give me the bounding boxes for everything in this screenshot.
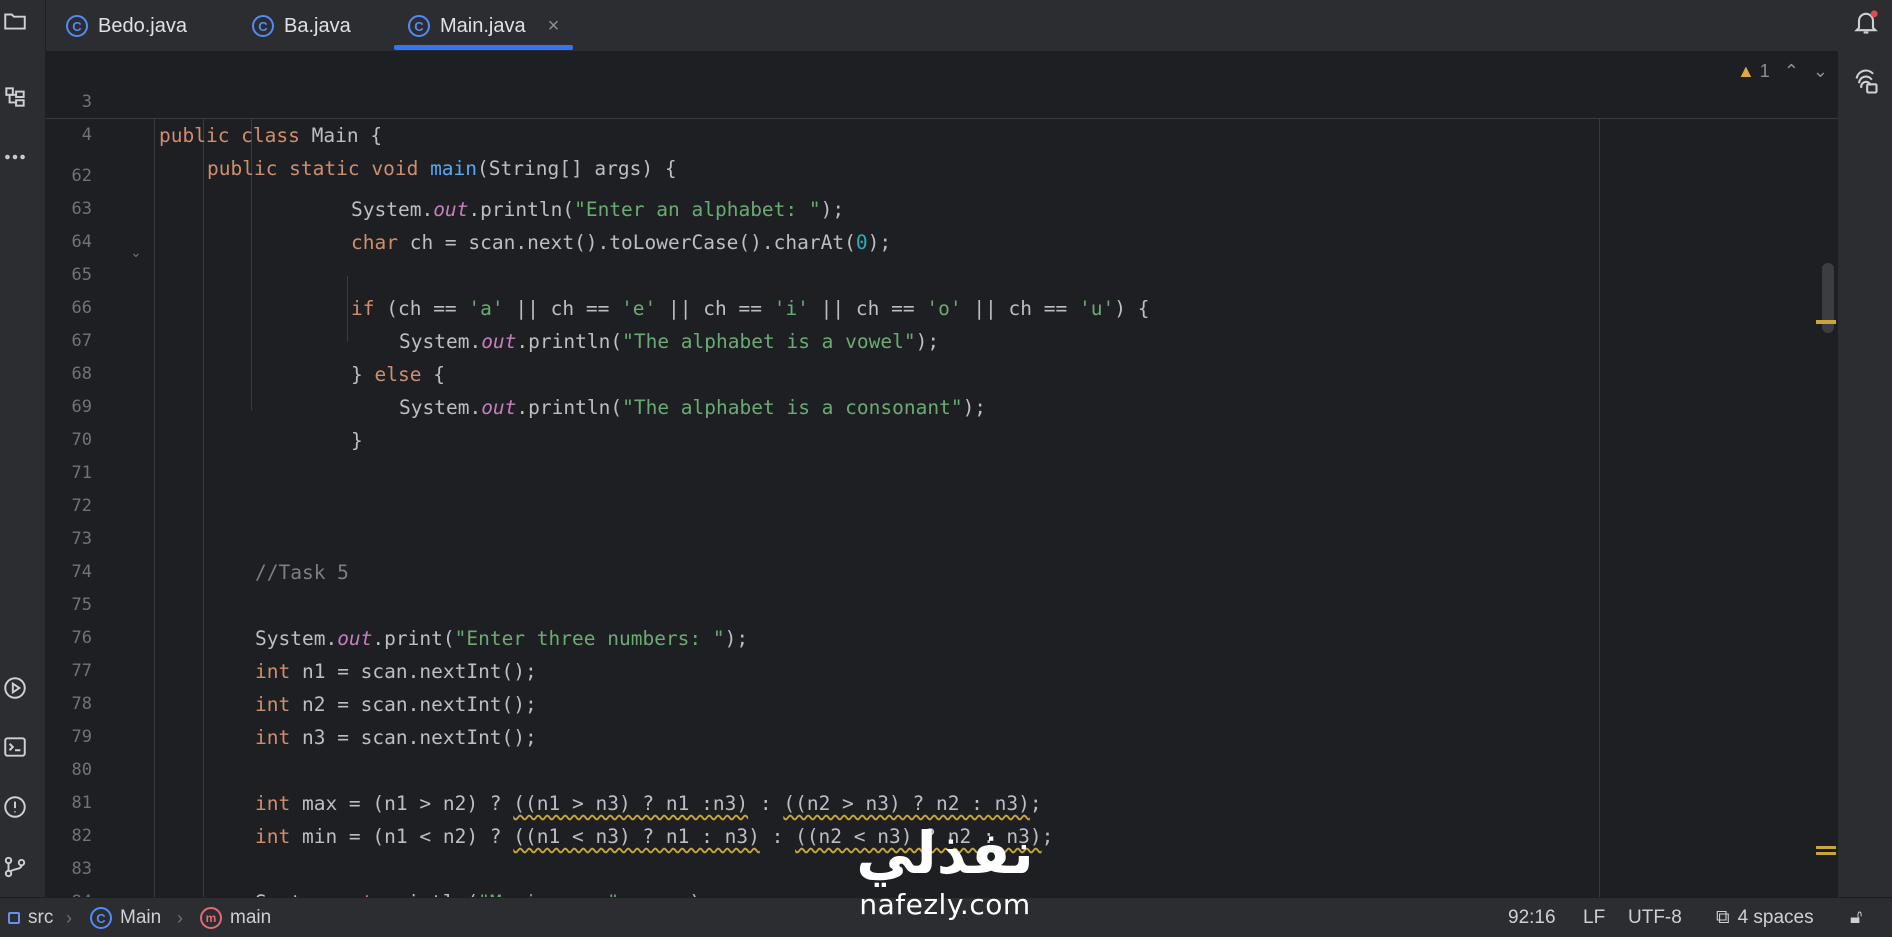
lock-icon[interactable]: 🔓︎: [1850, 898, 1862, 937]
code-line: 79: [46, 688, 1838, 747]
code-line: 77 int n2 = scan.nextInt();: [46, 622, 1838, 716]
code-line: 71: [46, 424, 1838, 483]
inspection-widget[interactable]: ▲ 1 ⌃ ⌄: [1737, 61, 1828, 82]
code-line: 81 int min = (n1 < n2) ? ((n1 < n3) ? n1…: [46, 754, 1838, 848]
run-icon[interactable]: [0, 673, 30, 703]
problems-icon[interactable]: [0, 792, 30, 822]
notifications-icon[interactable]: [1850, 6, 1882, 38]
code-line: 66 System.out.println("The alphabet is a…: [46, 259, 1838, 353]
status-bar: src › C Main › m main 92:16 LF UTF-8 ⧉ 4…: [0, 897, 1892, 937]
code-line: 76 int n1 = scan.nextInt();: [46, 589, 1838, 683]
code-line: 70: [46, 391, 1838, 450]
breadcrumb-label: main: [230, 907, 272, 928]
line-number: 4: [81, 125, 92, 145]
more-tools-icon[interactable]: [0, 142, 30, 172]
fold-chevron-icon[interactable]: ⌄: [130, 244, 142, 261]
tab-main-java[interactable]: C Main.java ×: [394, 0, 574, 52]
warning-marker[interactable]: [1816, 320, 1836, 324]
java-class-icon: C: [66, 15, 88, 37]
code-line: 64: [46, 193, 1838, 252]
breadcrumb-separator-icon: ›: [66, 907, 72, 928]
right-tool-strip: [1838, 0, 1892, 937]
code-line: 74: [46, 523, 1838, 582]
method-icon: m: [200, 907, 222, 929]
code-line: 80 int max = (n1 > n2) ? ((n1 > n3) ? n1…: [46, 721, 1838, 815]
breadcrumb-src[interactable]: src: [8, 898, 53, 937]
indent-guide: [347, 276, 348, 342]
sticky-line: 3 public class Main {: [46, 53, 1838, 147]
tab-label: Main.java: [440, 14, 526, 37]
line-separator[interactable]: LF: [1583, 898, 1605, 937]
folder-icon: [8, 912, 20, 924]
tab-label: Ba.java: [284, 14, 351, 37]
next-highlight-icon[interactable]: ⌄: [1813, 61, 1828, 82]
project-folder-icon[interactable]: [0, 6, 30, 36]
code-line: 65 if (ch == 'a' || ch == 'e' || ch == '…: [46, 226, 1838, 320]
structure-icon[interactable]: [0, 82, 30, 112]
sticky-line: 4 public static void main(String[] args)…: [46, 86, 1838, 180]
java-class-icon: C: [408, 15, 430, 37]
sticky-header: 3 public class Main { 4 public static vo…: [46, 53, 1838, 180]
java-class-icon: C: [252, 15, 274, 37]
indent-guide: [203, 119, 204, 897]
warning-marker[interactable]: [1816, 852, 1836, 855]
code-editor[interactable]: 3 public class Main { 4 public static vo…: [46, 53, 1838, 897]
indent-setting[interactable]: ⧉ 4 spaces: [1716, 898, 1814, 937]
tab-ba-java[interactable]: C Ba.java: [252, 0, 351, 52]
code-line: 67 } else {: [46, 292, 1838, 386]
code-line: 75 System.out.print("Enter three numbers…: [46, 556, 1838, 650]
previous-highlight-icon[interactable]: ⌃: [1784, 61, 1799, 82]
tab-bedo-java[interactable]: C Bedo.java: [66, 0, 187, 52]
warning-icon: ▲: [1736, 61, 1755, 81]
ai-assistant-icon[interactable]: [1850, 66, 1882, 98]
breadcrumb-separator-icon: ›: [177, 907, 183, 928]
terminal-icon[interactable]: [0, 732, 30, 762]
breadcrumb-main-class[interactable]: C Main: [90, 898, 161, 937]
breadcrumb-label: Main: [120, 907, 162, 928]
close-tab-icon[interactable]: ×: [548, 15, 560, 38]
warning-marker[interactable]: [1816, 846, 1836, 849]
left-tool-strip: [0, 0, 46, 937]
code-line: 82: [46, 787, 1838, 846]
warning-indicator[interactable]: ▲ 1: [1737, 61, 1770, 82]
breadcrumb-label: src: [28, 907, 54, 928]
indent-icon: ⧉: [1716, 907, 1730, 928]
warning-count: 1: [1759, 61, 1770, 81]
code-line: 72: [46, 457, 1838, 516]
java-class-icon: C: [90, 907, 112, 929]
indent-label: 4 spaces: [1737, 907, 1814, 928]
file-encoding[interactable]: UTF-8: [1628, 898, 1682, 937]
git-icon[interactable]: [0, 852, 30, 882]
caret-position[interactable]: 92:16: [1508, 898, 1556, 937]
code-line: 84 System.out.println("Minimum = " + min…: [46, 853, 1838, 897]
code-line: 83 System.out.println("Maximum = " + max…: [46, 820, 1838, 897]
code-line: 69 }: [46, 358, 1838, 452]
line-number: 84: [46, 886, 92, 897]
tab-label: Bedo.java: [98, 14, 187, 37]
code-line: 78 int n3 = scan.nextInt();: [46, 655, 1838, 749]
code-line: 73 //Task 5: [46, 490, 1838, 584]
code-line: 68 System.out.println("The alphabet is a…: [46, 325, 1838, 419]
indent-guide: [154, 119, 155, 897]
breadcrumb-main-method[interactable]: m main: [200, 898, 271, 937]
code-text: System.out.println("Maximum = " + max);: [255, 886, 713, 897]
editor-tab-bar: C Bedo.java C Ba.java C Main.java ×: [46, 0, 1838, 52]
code-text: public static void main(String[] args) {: [207, 157, 677, 180]
code-text: public class Main {: [159, 124, 383, 147]
